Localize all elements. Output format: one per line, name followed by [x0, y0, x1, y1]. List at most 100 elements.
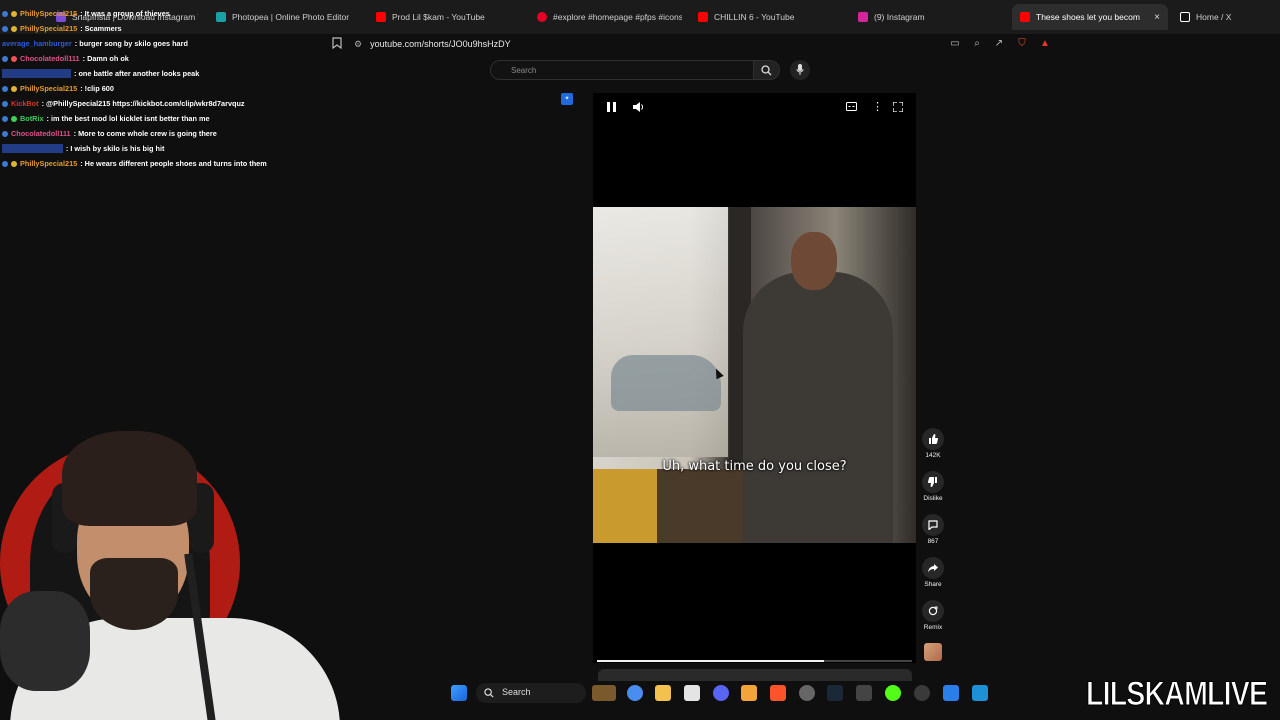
- widgets-icon[interactable]: [592, 685, 616, 701]
- share-icon: [922, 557, 944, 579]
- tab-home-x[interactable]: Home / X: [1180, 8, 1270, 26]
- volume-icon[interactable]: [633, 102, 644, 115]
- discord-icon[interactable]: [713, 685, 729, 701]
- chat-username[interactable]: PhillySpecial215: [20, 84, 77, 93]
- stream-chat: PhillySpecial215 : It was a group of thi…: [2, 6, 342, 171]
- kick-icon[interactable]: [885, 685, 901, 701]
- next-short-preview[interactable]: [598, 669, 912, 681]
- app-icon[interactable]: [914, 685, 930, 701]
- badge-icon: [2, 160, 8, 167]
- search-button[interactable]: [754, 60, 780, 80]
- chat-text: : He wears different people shoes and tu…: [80, 159, 267, 168]
- share-button[interactable]: Share: [918, 557, 948, 588]
- yellow-chair: [593, 469, 657, 543]
- tab-label: #explore #homepage #pfps #icons: [553, 12, 682, 22]
- x-icon: [1180, 12, 1190, 22]
- chat-username[interactable]: PhillySpecial215: [20, 24, 77, 33]
- channel-watermark: LILSKAMLIVE: [1086, 675, 1269, 714]
- badge-icon: [11, 55, 17, 62]
- chat-username[interactable]: PhillySpecial215: [20, 9, 77, 18]
- badge-icon: [11, 85, 17, 92]
- chat-text: : It was a group of thieves: [80, 9, 170, 18]
- brave-icon[interactable]: [770, 685, 786, 701]
- chat-username[interactable]: Chocolatedoll111: [20, 54, 80, 63]
- badge-icon: [2, 55, 8, 62]
- brave-shield-icon[interactable]: ⛉: [1015, 37, 1029, 51]
- share-page-icon[interactable]: ↗: [992, 37, 1006, 51]
- parked-car: [611, 355, 721, 411]
- chat-text: : !clip 600: [80, 84, 114, 93]
- notes-icon[interactable]: [943, 685, 959, 701]
- chat-message: Chocolatedoll111 : More to come whole cr…: [2, 126, 342, 141]
- badge-icon: [11, 160, 17, 167]
- thumbs-down-icon: [922, 471, 944, 493]
- instagram-icon: [858, 12, 868, 22]
- chat-message: xxxxxxxxxxxxxxxxx : one battle after ano…: [2, 66, 342, 81]
- chat-username-redacted[interactable]: xxxxxxxxxxxxxxxxx: [2, 69, 71, 78]
- badge-icon: [2, 85, 8, 92]
- video-frame[interactable]: Uh, what time do you close?: [593, 207, 916, 543]
- youtube-search-input[interactable]: Search: [490, 60, 754, 80]
- brave-rewards-icon[interactable]: ▲: [1038, 37, 1052, 51]
- thumbs-up-icon: [922, 428, 944, 450]
- chat-text: : burger song by skilo goes hard: [74, 39, 188, 48]
- windows-start-icon[interactable]: [451, 685, 467, 701]
- remix-button[interactable]: Remix: [918, 600, 948, 631]
- voice-search-button[interactable]: [790, 60, 810, 80]
- url-text[interactable]: youtube.com/shorts/JO0u9hsHzDY: [370, 39, 511, 49]
- fullscreen-icon[interactable]: [892, 101, 904, 115]
- shorts-player[interactable]: ⋮ Uh, what time do you close?: [593, 93, 916, 663]
- storefront-window: [593, 207, 728, 457]
- file-explorer-icon[interactable]: [655, 685, 671, 701]
- tab-these-shoes-active[interactable]: These shoes let you become ×: [1012, 4, 1168, 30]
- chat-message: average_hamburger : burger song by skilo…: [2, 36, 342, 51]
- address-bar[interactable]: ⚙ youtube.com/shorts/JO0u9hsHzDY: [354, 35, 511, 53]
- chat-message: PhillySpecial215 : It was a group of thi…: [2, 6, 342, 21]
- man-in-coat: [743, 272, 893, 543]
- chat-message: PhillySpecial215 : Scammers: [2, 21, 342, 36]
- chat-message: BotRix : im the best mod lol kicklet isn…: [2, 111, 342, 126]
- chrome-icon[interactable]: [627, 685, 643, 701]
- app-icon[interactable]: [741, 685, 757, 701]
- captions-icon[interactable]: [846, 102, 857, 114]
- youtube-icon: [376, 12, 386, 22]
- streamer-webcam: [0, 423, 345, 720]
- pause-icon[interactable]: [607, 102, 616, 115]
- tab-instagram[interactable]: (9) Instagram: [858, 8, 998, 26]
- chat-username[interactable]: average_hamburger: [2, 39, 72, 48]
- chat-username-redacted[interactable]: xxxxxxxxxxxxxxx: [2, 144, 63, 153]
- app-icon[interactable]: [856, 685, 872, 701]
- chat-username[interactable]: KickBot: [11, 99, 39, 108]
- taskbar-search[interactable]: Search: [476, 683, 586, 703]
- app-icon[interactable]: [972, 685, 988, 701]
- extension-badge-icon[interactable]: ✦: [561, 93, 573, 105]
- comments-button[interactable]: 867: [918, 514, 948, 545]
- steam-icon[interactable]: [827, 685, 843, 701]
- app-icon[interactable]: [799, 685, 815, 701]
- chat-username[interactable]: Chocolatedoll111: [11, 129, 71, 138]
- dislike-label: Dislike: [923, 495, 943, 502]
- zoom-icon[interactable]: ⌕: [970, 37, 984, 51]
- like-button[interactable]: 142K: [918, 428, 948, 459]
- chat-username[interactable]: PhillySpecial215: [20, 159, 77, 168]
- site-settings-icon[interactable]: ⚙: [354, 39, 362, 50]
- tab-pinterest[interactable]: #explore #homepage #pfps #icons: [537, 8, 682, 26]
- badge-icon: [11, 115, 17, 122]
- tab-prod-lil-kam[interactable]: Prod Lil $kam - YouTube: [376, 8, 516, 26]
- cast-icon[interactable]: ▭: [948, 37, 962, 51]
- chat-text: : Scammers: [80, 24, 122, 33]
- pinterest-icon: [537, 12, 547, 22]
- tab-chillin-6[interactable]: CHILLIN 6 - YouTube: [698, 8, 838, 26]
- more-options-icon[interactable]: ⋮: [872, 101, 883, 113]
- store-icon[interactable]: [684, 685, 700, 701]
- youtube-icon: [698, 12, 708, 22]
- dislike-button[interactable]: Dislike: [918, 471, 948, 502]
- microphone: [0, 591, 90, 691]
- close-tab-icon[interactable]: ×: [1154, 12, 1160, 23]
- youtube-icon: [1020, 12, 1030, 22]
- chat-username[interactable]: BotRix: [20, 114, 44, 123]
- chat-text: : @PhillySpecial215 https://kickbot.com/…: [41, 99, 245, 108]
- sound-thumbnail[interactable]: [924, 643, 942, 661]
- progress-bar[interactable]: [597, 660, 912, 662]
- chat-text: : I wish by skilo is his big hit: [65, 144, 165, 153]
